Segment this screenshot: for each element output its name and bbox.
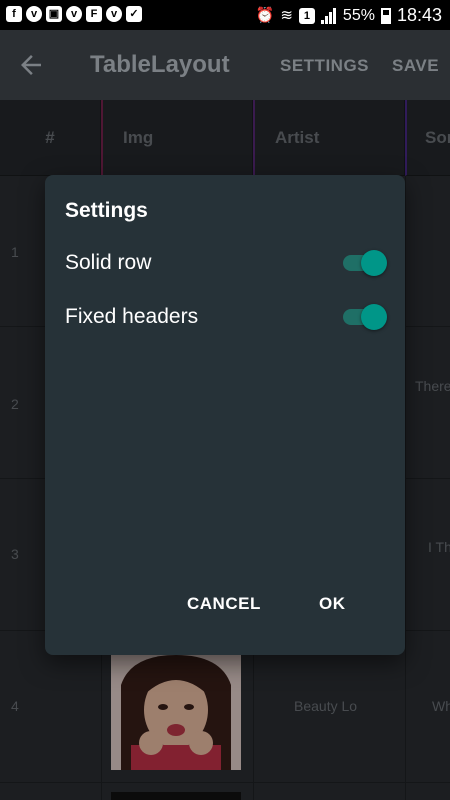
signal-icon [320, 7, 337, 24]
dialog-title: Settings [65, 199, 148, 222]
save-button[interactable]: SAVE [392, 56, 439, 76]
sim-icon: 1 [298, 7, 315, 24]
switch-thumb [361, 250, 387, 276]
system-icons: ⏰ ≋ 1 55% 18:43 [256, 5, 442, 26]
battery-icon [380, 7, 391, 24]
switch-thumb [361, 304, 387, 330]
vpn-icon: v [106, 6, 122, 22]
wifi-icon: ≋ [280, 6, 293, 24]
flipboard-icon: F [86, 6, 102, 22]
battery-percent: 55% [342, 6, 375, 24]
fixed-headers-switch[interactable] [343, 304, 387, 330]
option-label: Solid row [65, 251, 152, 274]
clock: 18:43 [396, 5, 442, 25]
solid-row-switch[interactable] [343, 250, 387, 276]
settings-dialog: Settings Solid row Fixed headers CANCEL … [45, 175, 405, 655]
settings-button[interactable]: SETTINGS [280, 56, 369, 76]
fixed-headers-option[interactable]: Fixed headers [65, 297, 387, 337]
option-label: Fixed headers [65, 305, 199, 328]
bag-icon: ✓ [126, 6, 142, 22]
app-toolbar: TableLayout SETTINGS SAVE [0, 30, 450, 100]
facebook-icon: f [6, 6, 22, 22]
back-arrow-icon[interactable] [16, 50, 46, 80]
cancel-button[interactable]: CANCEL [187, 594, 261, 614]
page-title: TableLayout [90, 51, 230, 78]
alarm-icon: ⏰ [255, 6, 275, 24]
shield-icon: v [66, 6, 82, 22]
viber-icon: v [26, 6, 42, 22]
status-bar: f v ▣ v F v ✓ ⏰ ≋ 1 55% 18:43 [0, 0, 450, 30]
ok-button[interactable]: OK [319, 594, 346, 614]
notification-icons: f v ▣ v F v ✓ [6, 6, 142, 22]
gallery-icon: ▣ [46, 6, 62, 22]
solid-row-option[interactable]: Solid row [65, 243, 387, 283]
